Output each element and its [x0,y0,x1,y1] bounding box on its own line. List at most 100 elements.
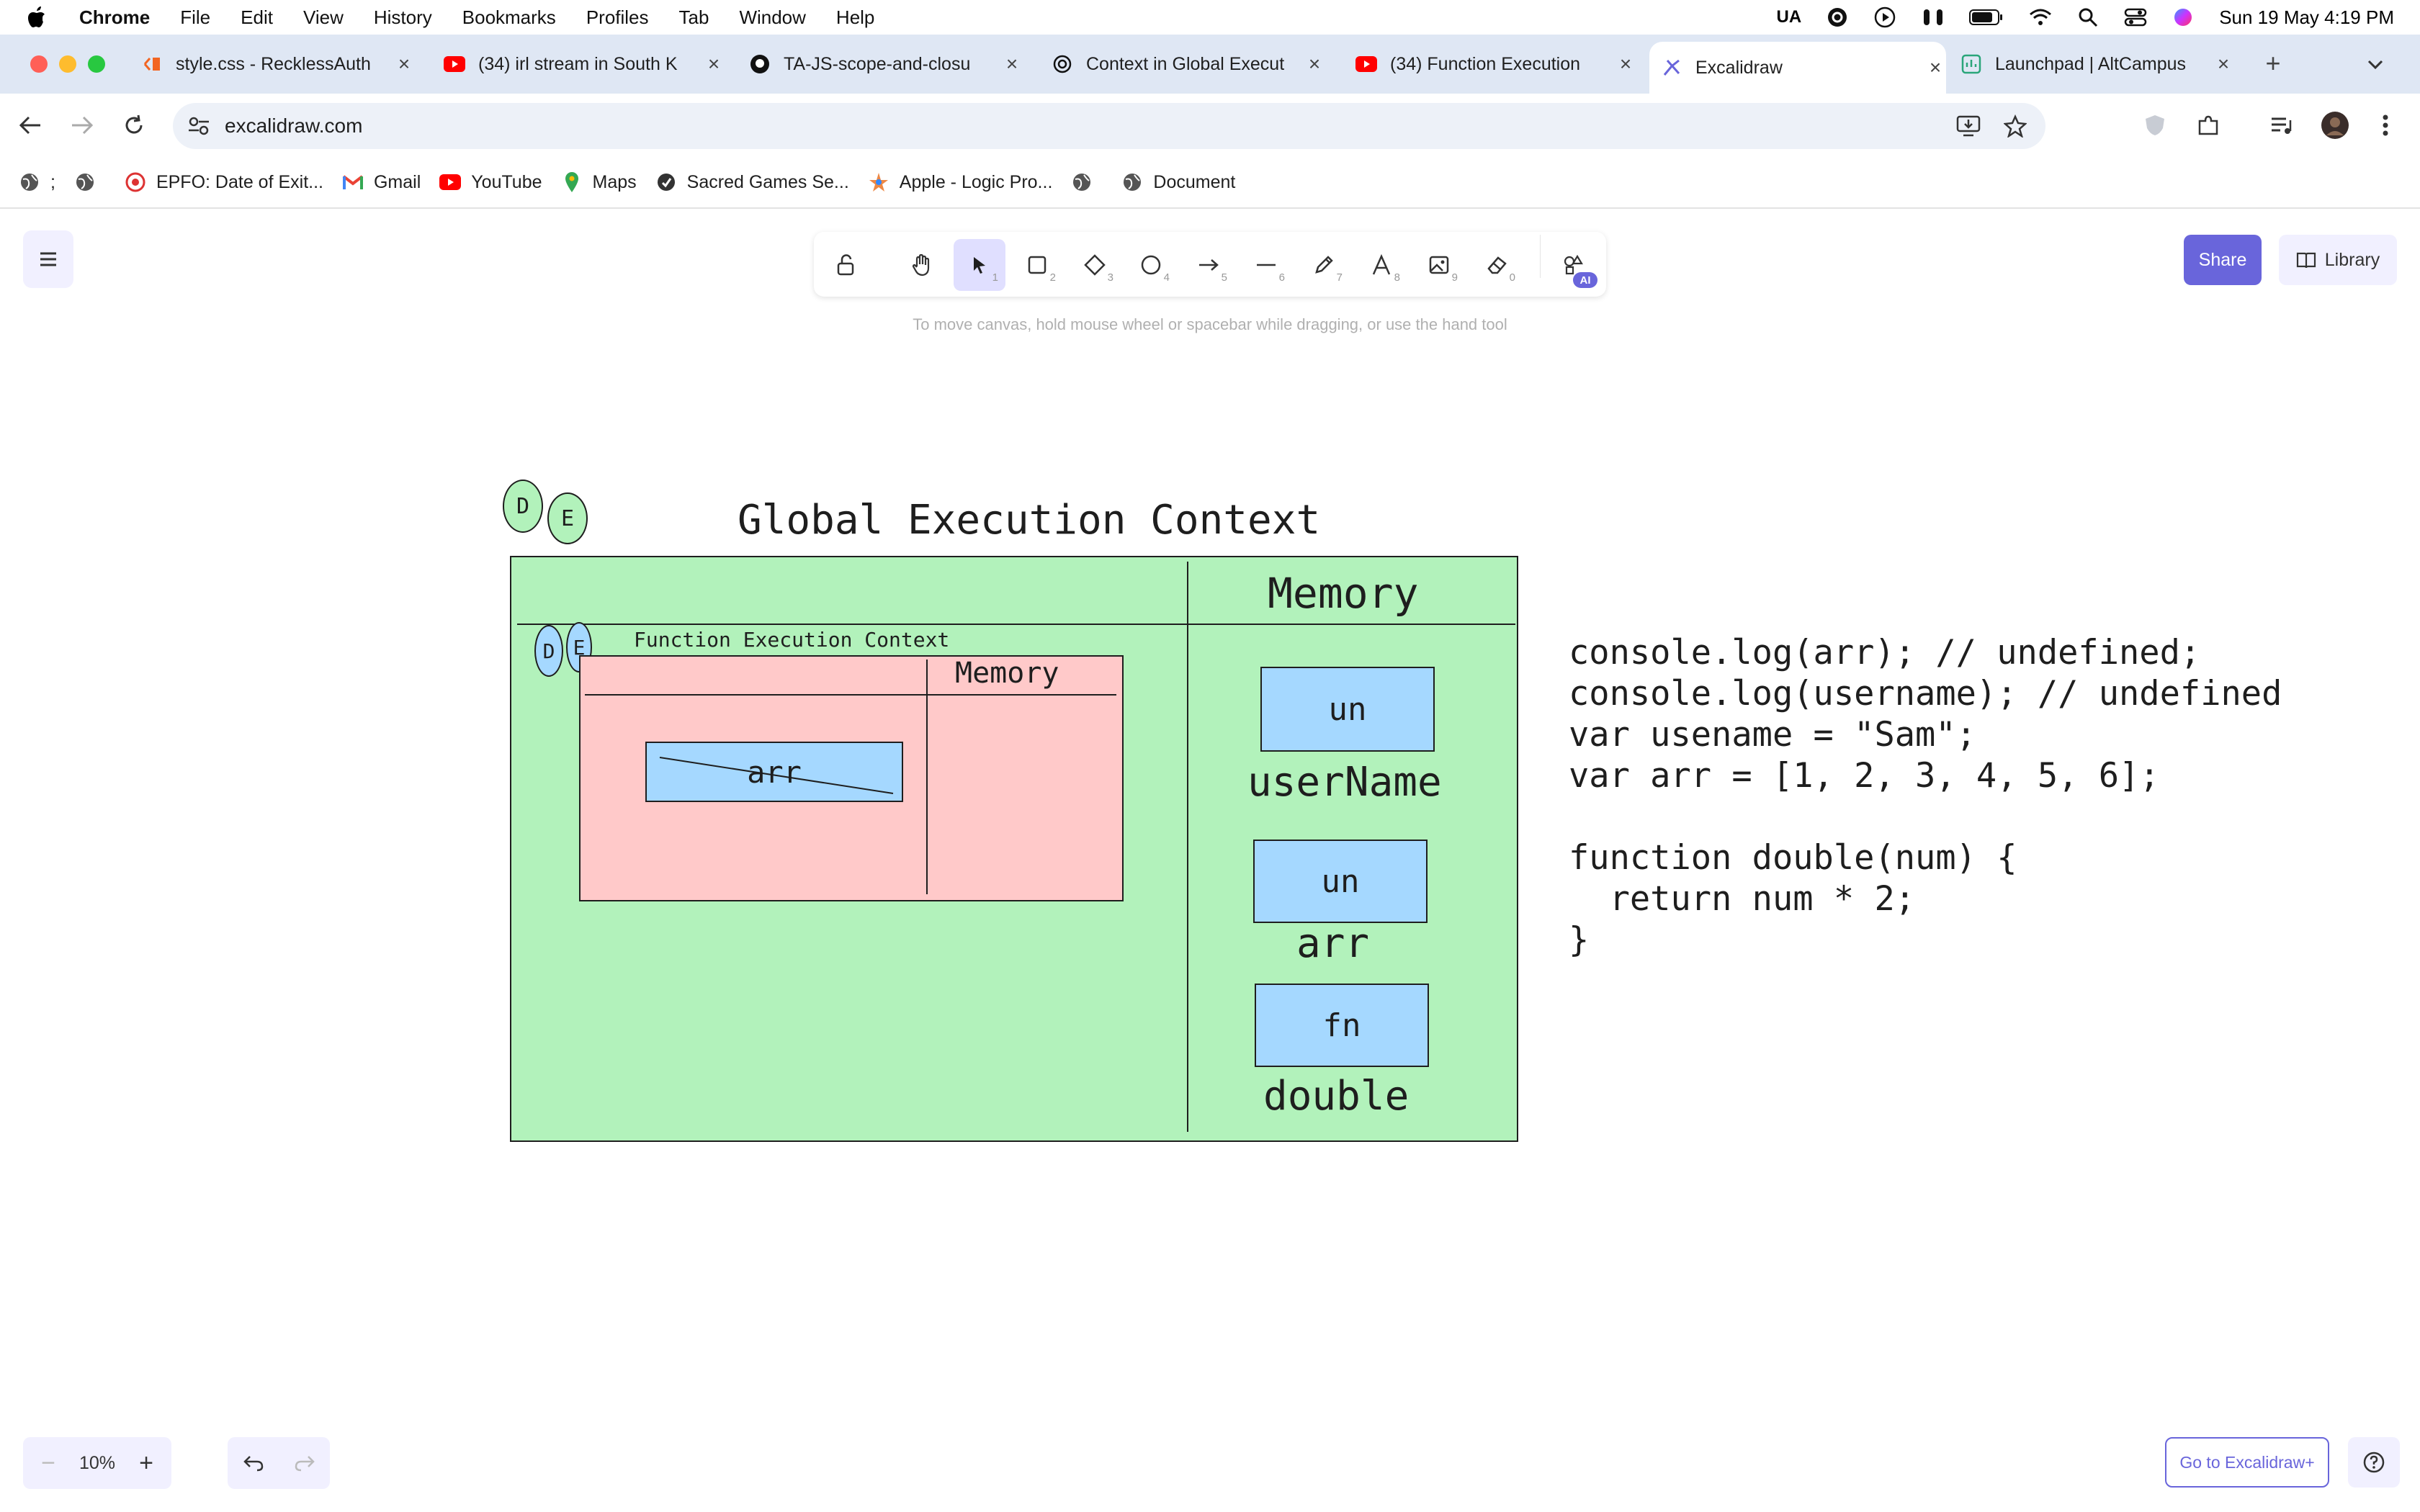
memory-label-username[interactable]: userName [1247,759,1442,806]
close-tab-icon[interactable]: × [1001,53,1023,75]
code-block[interactable]: console.log(arr); // undefined; console.… [1569,632,2282,960]
tab-function-execution[interactable]: (34) Function Execution × [1355,42,1636,86]
window-minimize-button[interactable] [59,55,76,73]
tool-more-shapes[interactable]: AI [1547,239,1599,291]
extension-shield-icon[interactable] [2139,109,2171,141]
memory-cell-arr[interactable]: un [1253,840,1428,923]
siri-icon[interactable] [2172,6,2195,29]
tool-eraser[interactable]: 0 [1471,239,1523,291]
apple-menu-icon[interactable] [26,5,48,30]
tool-image[interactable]: 9 [1413,239,1465,291]
new-tab-button[interactable]: + [2259,48,2287,78]
tool-lock[interactable] [820,239,871,291]
reload-button[interactable] [118,109,150,141]
extensions-puzzle-icon[interactable] [2192,109,2224,141]
library-button[interactable]: Library [2279,235,2397,285]
input-source-indicator[interactable]: UA [1777,7,1802,27]
tab-search-chevron-icon[interactable] [2360,50,2391,79]
memory-cell-double[interactable]: fn [1255,984,1429,1067]
window-zoom-button[interactable] [88,55,105,73]
wifi-icon[interactable] [2029,6,2052,29]
global-context-title[interactable]: Global Execution Context [738,497,1320,544]
function-arr-cell[interactable]: arr [645,742,903,802]
zoom-in-button[interactable]: + [121,1437,171,1489]
close-tab-icon[interactable]: × [393,53,415,75]
install-app-icon[interactable] [1956,114,1981,141]
grammarly-icon[interactable] [1826,6,1849,29]
spotlight-search-icon[interactable] [2076,6,2099,29]
menu-profiles[interactable]: Profiles [586,6,649,29]
bookmark-item[interactable] [74,171,106,193]
bookmark-item[interactable]: EPFO: Date of Exit... [125,171,323,193]
outer-bubble-e[interactable]: E [547,492,588,544]
play-icon[interactable] [1873,6,1896,29]
bookmark-item[interactable]: Sacred Games Se... [655,171,849,193]
bookmark-item[interactable] [1071,171,1103,193]
tool-draw[interactable]: 7 [1298,239,1350,291]
close-tab-icon[interactable]: × [703,53,725,75]
close-tab-icon[interactable]: × [1615,53,1636,75]
undo-button[interactable] [228,1437,279,1489]
window-close-button[interactable] [30,55,48,73]
menu-window[interactable]: Window [739,6,805,29]
battery-icon[interactable] [1968,6,2004,29]
memory-label-double[interactable]: double [1263,1073,1409,1120]
bookmark-item[interactable]: YouTube [439,171,542,193]
inner-bubble-d[interactable]: D [534,625,563,677]
bookmark-item[interactable]: Document [1121,171,1235,193]
tool-hand[interactable] [896,239,948,291]
airpods-icon[interactable] [1921,6,1944,29]
zoom-level[interactable]: 10% [73,1453,121,1474]
chrome-menu-icon[interactable] [2370,109,2401,141]
address-bar[interactable]: excalidraw.com [173,103,2045,149]
canvas[interactable]: D E Global Execution Context Memory D E … [0,0,2420,1512]
media-controls-icon[interactable] [2266,109,2298,141]
function-context-title[interactable]: Function Execution Context [634,628,949,652]
site-settings-icon[interactable] [187,114,210,141]
tool-selection[interactable]: 1 [954,239,1005,291]
redo-button[interactable] [279,1437,330,1489]
memory-cell-username[interactable]: un [1260,667,1435,752]
tool-diamond[interactable]: 3 [1069,239,1121,291]
forward-button[interactable] [66,109,98,141]
menu-help[interactable]: Help [836,6,874,29]
menu-history[interactable]: History [374,6,432,29]
control-center-icon[interactable] [2124,6,2147,29]
menu-tab[interactable]: Tab [679,6,709,29]
back-button[interactable] [14,109,46,141]
profile-avatar[interactable] [2319,109,2351,141]
tool-rectangle[interactable]: 2 [1011,239,1063,291]
tool-arrow[interactable]: 5 [1183,239,1234,291]
tool-ellipse[interactable]: 4 [1125,239,1177,291]
tab-irl-stream[interactable]: (34) irl stream in South K × [444,42,725,86]
bookmark-item[interactable]: Maps [561,171,637,193]
close-tab-icon[interactable]: × [2213,53,2234,75]
function-context-box[interactable] [579,655,1124,901]
menu-bookmarks[interactable]: Bookmarks [462,6,556,29]
global-context-box[interactable] [510,556,1518,1142]
go-to-excalidraw-plus-button[interactable]: Go to Excalidraw+ [2165,1437,2329,1488]
tab-excalidraw[interactable]: Excalidraw × [1649,42,1946,94]
close-tab-icon[interactable]: × [1304,53,1325,75]
bookmark-item[interactable]: Apple - Logic Pro... [868,171,1052,193]
tool-text[interactable]: 8 [1355,239,1407,291]
tab-github[interactable]: TA-JS-scope-and-closu × [749,42,1023,86]
menu-view[interactable]: View [303,6,344,29]
outer-bubble-d[interactable]: D [503,480,543,533]
bookmark-item[interactable]: Gmail [342,171,421,193]
inner-bubble-e[interactable]: E [566,622,592,672]
zoom-out-button[interactable]: − [23,1437,73,1489]
tab-style-css[interactable]: style.css - RecklessAuth × [141,42,415,86]
memory-label-arr[interactable]: arr [1296,920,1369,967]
main-menu-button[interactable] [23,230,73,288]
help-button[interactable] [2348,1437,2400,1488]
global-memory-label[interactable]: Memory [1268,569,1419,618]
menubar-clock[interactable]: Sun 19 May 4:19 PM [2219,6,2394,29]
bookmark-star-icon[interactable] [2003,114,2027,141]
function-memory-label[interactable]: Memory [955,657,1059,690]
menu-edit[interactable]: Edit [241,6,273,29]
menu-app-name[interactable]: Chrome [79,6,150,29]
close-tab-icon[interactable]: × [1924,56,1946,78]
tool-line[interactable]: 6 [1240,239,1292,291]
share-button[interactable]: Share [2184,235,2262,285]
